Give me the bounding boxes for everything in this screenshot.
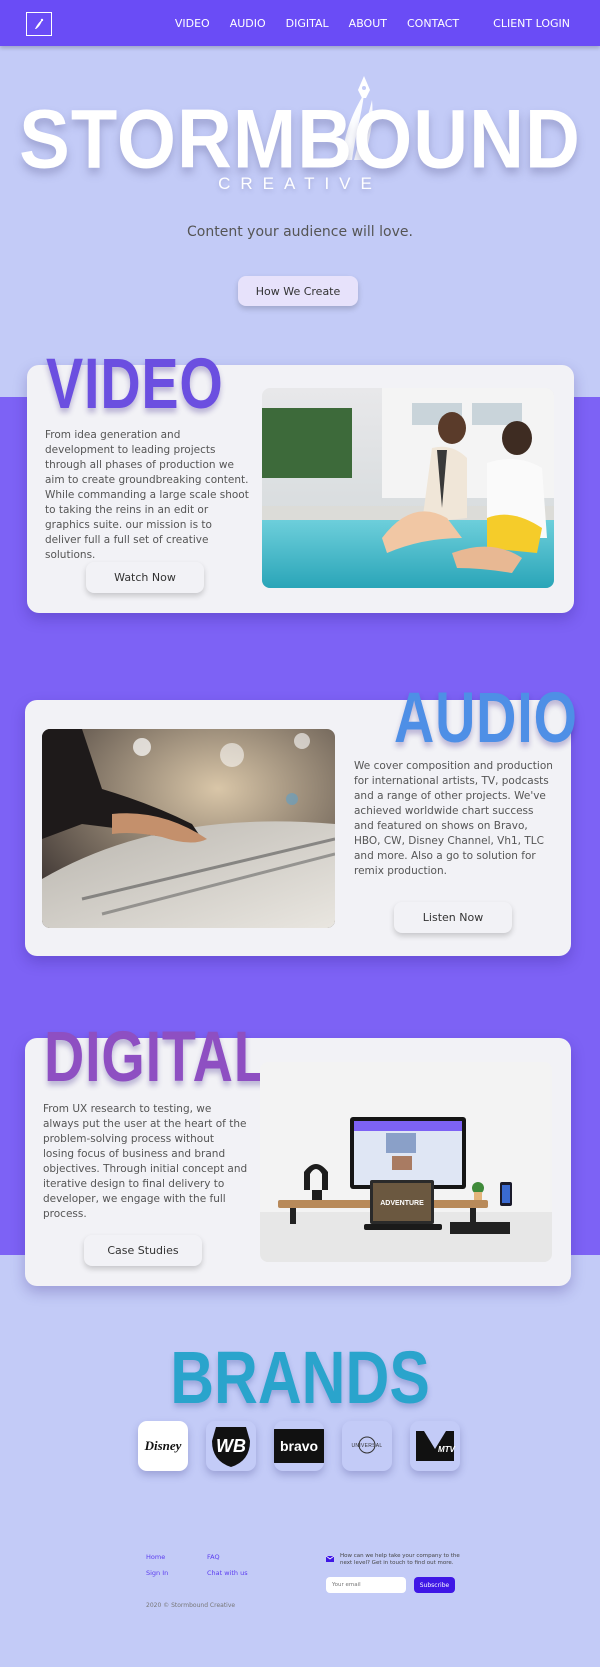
case-studies-button[interactable]: Case Studies — [84, 1235, 202, 1266]
digital-description: From UX research to testing, we always p… — [43, 1103, 248, 1220]
footer-link-sign-in[interactable]: Sign In — [146, 1569, 168, 1577]
bravo-logo-text: bravo — [279, 1438, 319, 1454]
video-heading: VIDEO — [46, 344, 224, 424]
video-description: From idea generation and development to … — [45, 429, 249, 561]
audio-heading: AUDIO — [394, 678, 578, 758]
mtv-logo-text: MTV — [438, 1445, 455, 1454]
wb-logo-text: WB — [216, 1435, 246, 1456]
brand-logo-universal: UNIVERSAL — [342, 1421, 392, 1471]
nav-contact[interactable]: CONTACT — [407, 17, 459, 30]
video-photo — [262, 388, 554, 588]
universal-logo-text: UNIVERSAL — [351, 1443, 383, 1449]
footer-copyright: 2020 © Stormbound Creative — [146, 1602, 236, 1609]
brand-wordmark: STORMBOUND — [19, 92, 581, 187]
brands-heading: BRANDS — [170, 1336, 430, 1419]
brand-subtitle: CREATIVE — [218, 174, 382, 193]
hero-title: STORMBOUND — [0, 93, 600, 187]
nav-about[interactable]: ABOUT — [349, 17, 387, 30]
nav-client-login[interactable]: CLIENT LOGIN — [493, 17, 570, 30]
watch-now-button[interactable]: Watch Now — [86, 562, 204, 593]
brand-logo-wb: WB — [206, 1421, 256, 1471]
top-nav: VIDEO AUDIO DIGITAL ABOUT CONTACT CLIENT… — [0, 0, 600, 46]
footer-link-home[interactable]: Home — [146, 1553, 165, 1561]
email-input[interactable] — [326, 1577, 406, 1593]
audio-photo — [42, 729, 335, 928]
footer-link-faq[interactable]: FAQ — [207, 1553, 220, 1561]
logo-icon[interactable] — [26, 12, 52, 36]
subscribe-button[interactable]: Subscribe — [414, 1577, 455, 1593]
mail-icon — [326, 1556, 334, 1562]
disney-logo-text: Disney — [144, 1438, 182, 1453]
nav-audio[interactable]: AUDIO — [230, 17, 266, 30]
how-we-create-button[interactable]: How We Create — [238, 276, 358, 306]
brand-logo-bravo: bravo — [274, 1421, 324, 1471]
digital-photo: ADVENTURE — [260, 1062, 552, 1262]
nav-digital[interactable]: DIGITAL — [286, 17, 329, 30]
laptop-screen-text: ADVENTURE — [380, 1200, 424, 1207]
footer-link-chat[interactable]: Chat with us — [207, 1569, 248, 1577]
listen-now-button[interactable]: Listen Now — [394, 902, 512, 933]
brand-logo-disney: Disney — [138, 1421, 188, 1471]
digital-heading: DIGITAL — [44, 1017, 269, 1097]
brand-logo-mtv: MTV — [410, 1421, 460, 1471]
audio-description: We cover composition and production for … — [354, 760, 553, 877]
nav-video[interactable]: VIDEO — [175, 17, 210, 30]
newsletter-text: How can we help take your company to the… — [340, 1553, 460, 1566]
tagline: Content your audience will love. — [187, 224, 413, 240]
